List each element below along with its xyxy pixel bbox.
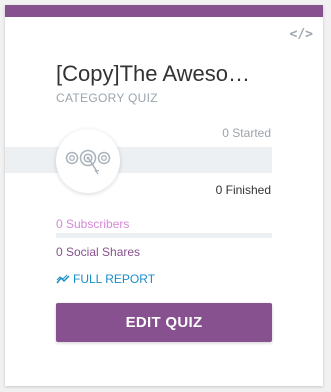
quiz-card: </> [Copy]The Aweso… CATEGORY QUIZ 0 Sta… [5, 5, 323, 386]
finished-count: 0 Finished [215, 183, 271, 197]
full-report-label: FULL REPORT [73, 272, 156, 286]
started-count: 0 Started [222, 126, 271, 140]
quiz-badge [56, 129, 120, 193]
quiz-title: [Copy]The Aweso… [56, 61, 251, 86]
quiz-category: CATEGORY QUIZ [56, 91, 158, 105]
social-shares-count: 0 Social Shares [56, 245, 141, 259]
progress-track [5, 147, 272, 173]
code-icon[interactable]: </> [290, 27, 313, 42]
social-progress-track [56, 233, 272, 238]
subscribers-count: 0 Subscribers [56, 217, 130, 231]
edit-quiz-button[interactable]: EDIT QUIZ [56, 303, 272, 342]
target-icon [65, 149, 111, 175]
trend-line-icon [56, 274, 70, 284]
full-report-link[interactable]: FULL REPORT [56, 272, 155, 286]
card-accent-band [5, 5, 323, 17]
